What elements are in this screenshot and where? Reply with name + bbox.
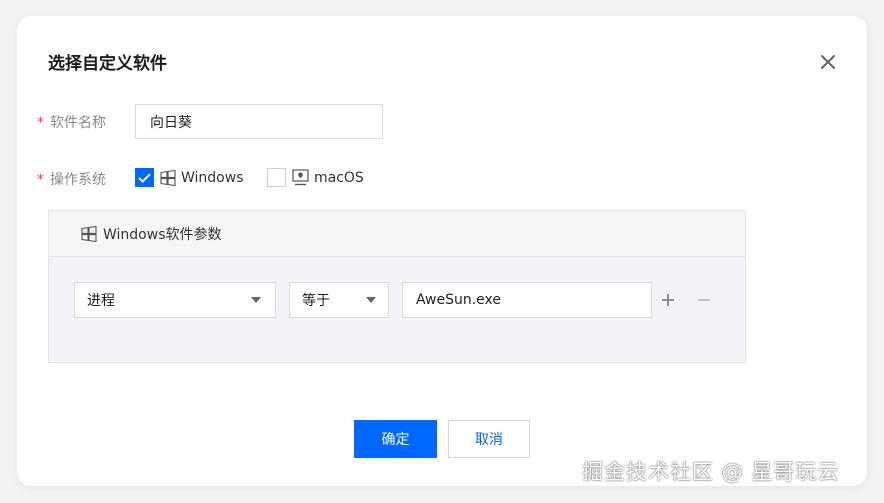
watermark: 掘金技术社区 @ 星哥玩云 [582, 460, 840, 484]
os-option-windows[interactable]: Windows [135, 168, 244, 187]
os-label: * 操作系统 [37, 172, 106, 188]
remove-rule-icon[interactable] [695, 291, 713, 309]
macos-checkbox[interactable] [267, 168, 286, 187]
windows-checkbox[interactable] [135, 168, 154, 187]
operator-select-value: 等于 [302, 293, 330, 309]
software-name-label: * 软件名称 [37, 115, 106, 131]
panel-title: Windows软件参数 [103, 226, 222, 243]
windows-icon [160, 169, 176, 186]
operator-select[interactable]: 等于 [289, 282, 389, 318]
chevron-down-icon [366, 297, 376, 303]
chevron-down-icon [251, 297, 261, 303]
panel-header: Windows软件参数 [49, 211, 745, 257]
required-mark: * [37, 172, 44, 188]
software-name-input[interactable] [135, 104, 383, 139]
value-input[interactable] [402, 282, 652, 318]
os-option-label: macOS [314, 169, 364, 186]
os-option-macos[interactable]: macOS [267, 168, 364, 187]
field-select-value: 进程 [87, 293, 115, 309]
os-option-label: Windows [181, 169, 244, 186]
close-icon[interactable] [817, 51, 839, 73]
mac-monitor-icon [292, 169, 309, 186]
add-rule-icon[interactable] [659, 291, 677, 309]
required-mark: * [37, 115, 44, 131]
dialog-title: 选择自定义软件 [48, 54, 167, 74]
windows-params-panel: Windows软件参数 进程 等于 [48, 210, 746, 363]
cancel-button[interactable]: 取消 [448, 420, 530, 458]
windows-icon [81, 225, 97, 242]
field-select[interactable]: 进程 [74, 282, 276, 318]
custom-software-dialog: 选择自定义软件 *软件名称 *操作系统 Windows macOS Windo [17, 16, 867, 486]
confirm-button[interactable]: 确定 [354, 420, 437, 458]
